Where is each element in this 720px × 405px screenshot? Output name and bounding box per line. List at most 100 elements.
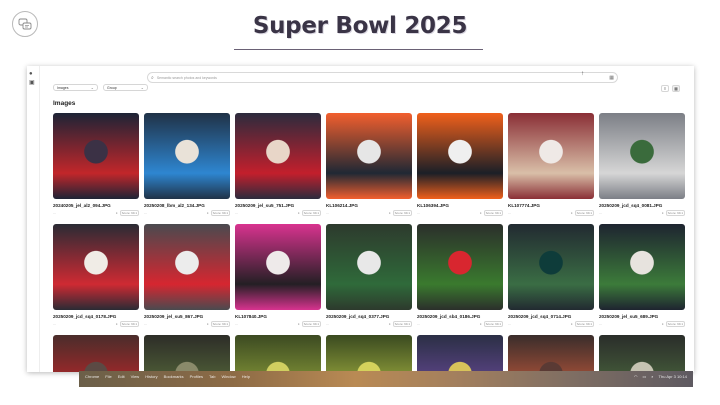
search-bar[interactable]: ⌕ Semantic search photos and keywords ▦ [147,72,618,83]
info-icon[interactable]: ● [298,322,300,326]
list-view-icon[interactable]: ≡ [661,85,669,92]
pin-icon[interactable]: ● [29,71,33,77]
search-input[interactable]: Semantic search photos and keywords [157,76,609,80]
photo-card[interactable]: 20250208_lbm_al2_134.JPG... ● Score: 99.1 [144,113,230,216]
photo-thumbnail[interactable] [53,113,139,199]
info-icon[interactable]: ● [207,322,209,326]
photo-card[interactable]: 20240205_jel_al2_094.JPG... ● Score: 99.1 [53,113,139,216]
photo-thumbnail[interactable] [144,224,230,310]
photo-thumbnail[interactable] [508,113,594,199]
info-icon[interactable]: ● [662,322,664,326]
photo-card[interactable] [417,335,503,372]
info-icon[interactable]: ● [116,211,118,215]
section-title: Images [53,100,76,107]
photo-thumbnail[interactable] [326,224,412,310]
photo-meta-text: ... [599,322,602,326]
menu-item[interactable]: History [145,374,157,379]
battery-icon[interactable]: ▭ [643,374,647,379]
image-search-icon[interactable]: ▦ [609,75,614,81]
filter-type-select[interactable]: Images ⌄ [53,84,98,91]
photo-app-window: ● ▣ ⌕ Semantic search photos and keyword… [27,66,694,372]
photo-filename: 20250209_jcd_sq4_0178.JPG [53,314,117,319]
photo-card[interactable]: 20250209_jcd_sq4_0377.JPG... ● Score: 99.1 [326,224,412,327]
photo-meta-text: ... [508,322,511,326]
info-icon[interactable]: ● [116,322,118,326]
photo-card[interactable] [53,335,139,372]
info-icon[interactable]: ● [480,322,482,326]
photo-filename: 20240205_jel_al2_094.JPG [53,203,111,208]
photo-card[interactable]: 20250209_jel_su5_689.JPG... ● Score: 99.1 [599,224,685,327]
photo-thumbnail[interactable] [599,335,685,372]
photo-card[interactable]: 20250209_jcd_sq4_0178.JPG... ● Score: 99.1 [53,224,139,327]
photo-card[interactable]: 20250209_jel_su5_751.JPG... ● Score: 99.1 [235,113,321,216]
photo-thumbnail[interactable] [508,335,594,372]
info-icon[interactable]: ● [662,211,664,215]
photo-thumbnail[interactable] [417,224,503,310]
photo-thumbnail[interactable] [599,113,685,199]
photo-thumbnail[interactable] [235,113,321,199]
filter-group-select[interactable]: Group ⌄ [103,84,148,91]
photo-thumbnail[interactable] [599,224,685,310]
score-badge: Score: 99.1 [301,210,321,216]
info-icon[interactable]: ● [571,211,573,215]
menu-item[interactable]: View [131,374,140,379]
photo-card[interactable]: KL106214.JPG... ● Score: 99.1 [326,113,412,216]
photo-meta: ... ● Score: 99.1 [326,321,412,327]
photo-thumbnail[interactable] [417,335,503,372]
view-toggle: ≡ ▦ [661,85,680,92]
photo-filename: KL106214.JPG [326,203,358,208]
photo-card[interactable]: 20250209_jcd_sq4_0081.JPG... ● Score: 99.1 [599,113,685,216]
info-icon[interactable]: ● [389,211,391,215]
photo-meta-text: ... [326,211,329,215]
menu-item[interactable]: Window [221,374,235,379]
photo-meta-text: ... [599,211,602,215]
menu-item[interactable]: Profiles [190,374,203,379]
menu-item[interactable]: Chrome [85,374,99,379]
photo-thumbnail[interactable] [326,335,412,372]
grid-view-icon[interactable]: ▦ [672,85,680,92]
photo-thumbnail[interactable] [326,113,412,199]
photo-thumbnail[interactable] [235,224,321,310]
info-icon[interactable]: ● [480,211,482,215]
photo-card[interactable] [599,335,685,372]
score-badge: Score: 99.1 [483,210,503,216]
photo-meta: ... ● Score: 99.1 [417,210,503,216]
photo-card[interactable]: KL107774.JPG... ● Score: 99.1 [508,113,594,216]
wifi-icon[interactable]: ◠ [634,374,638,379]
photo-thumbnail[interactable] [144,113,230,199]
library-icon[interactable]: ▣ [29,80,35,86]
chevron-down-icon: ⌄ [90,85,94,90]
photo-card[interactable]: 20250209_jcd_sb4_0186.JPG... ● Score: 99.1 [417,224,503,327]
photo-card[interactable]: 20250209_jcd_sq4_0714.JPG... ● Score: 99.1 [508,224,594,327]
menu-item[interactable]: Edit [118,374,125,379]
photo-meta-text: ... [144,322,147,326]
photo-card[interactable] [326,335,412,372]
photo-card[interactable] [235,335,321,372]
photo-thumbnail[interactable] [417,113,503,199]
photo-thumbnail[interactable] [53,335,139,372]
upload-icon[interactable]: ↑ [581,71,584,77]
photo-thumbnail[interactable] [508,224,594,310]
photo-thumbnail[interactable] [53,224,139,310]
photo-card[interactable]: KL107840.JPG... ● Score: 99.1 [235,224,321,327]
photo-card[interactable] [508,335,594,372]
photo-meta: ... ● Score: 99.1 [599,321,685,327]
photo-thumbnail[interactable] [144,335,230,372]
photo-card[interactable]: KL106394.JPG... ● Score: 99.1 [417,113,503,216]
menu-item[interactable]: File [105,374,111,379]
search-spotlight-icon[interactable]: ⌕ [651,374,653,379]
menu-item[interactable]: Help [242,374,250,379]
photo-meta: ... ● Score: 99.1 [235,321,321,327]
photo-card[interactable] [144,335,230,372]
info-icon[interactable]: ● [207,211,209,215]
photo-card[interactable]: 20250209_jel_su5_867.JPG... ● Score: 99.1 [144,224,230,327]
info-icon[interactable]: ● [389,322,391,326]
info-icon[interactable]: ● [571,322,573,326]
info-icon[interactable]: ● [298,211,300,215]
photo-meta: ... ● Score: 99.1 [599,210,685,216]
menu-item[interactable]: Tab [209,374,215,379]
photo-thumbnail[interactable] [235,335,321,372]
menu-item[interactable]: Bookmarks [164,374,184,379]
photo-meta-text: ... [508,211,511,215]
score-badge: Score: 99.1 [301,321,321,327]
